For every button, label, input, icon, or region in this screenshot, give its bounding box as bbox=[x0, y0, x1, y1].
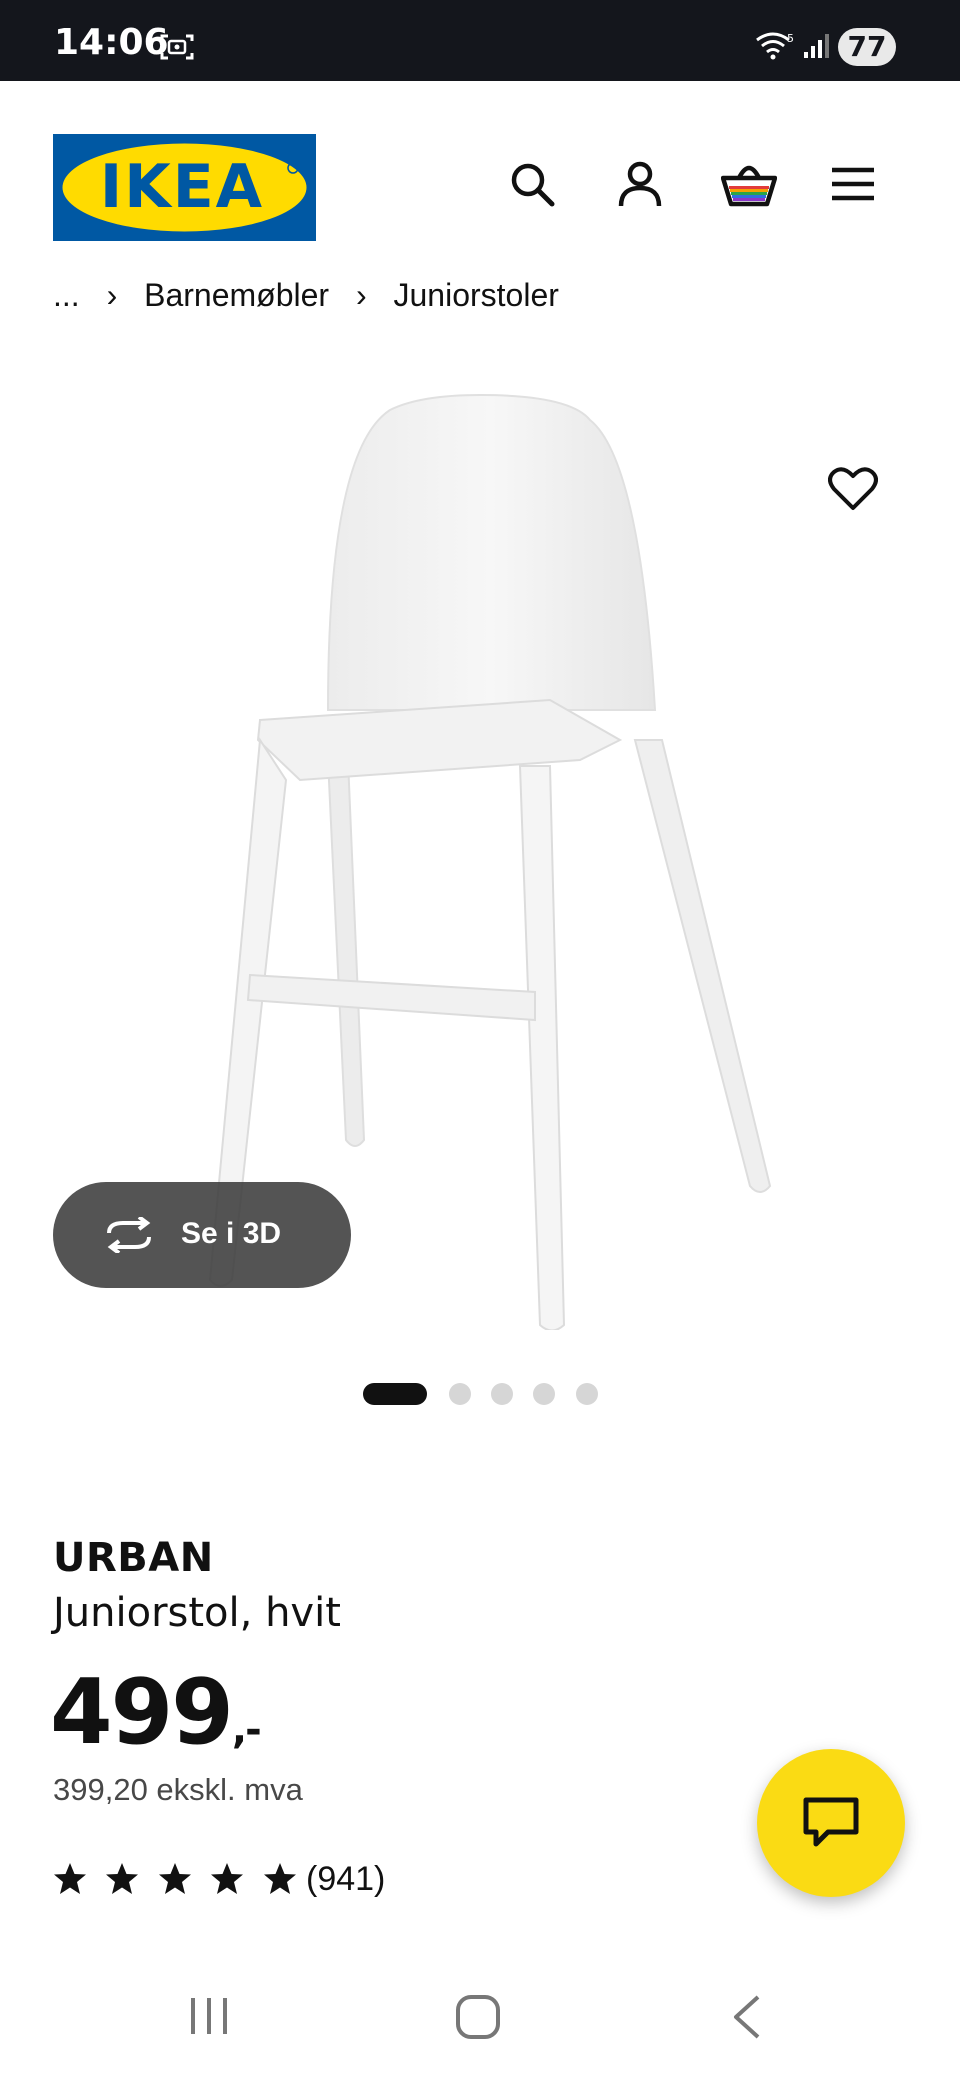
account-button[interactable] bbox=[616, 160, 664, 208]
battery-icon: 77 bbox=[838, 28, 896, 66]
system-nav-bar bbox=[0, 1960, 960, 2080]
status-bar: 14:06 5 77 bbox=[0, 0, 960, 81]
chat-button[interactable] bbox=[757, 1749, 905, 1897]
carousel-dot[interactable] bbox=[576, 1383, 598, 1405]
product-description: Juniorstol, hvit bbox=[53, 1590, 341, 1636]
star-icon bbox=[106, 1863, 139, 1894]
price-value: 499 bbox=[50, 1660, 234, 1765]
recents-icon[interactable] bbox=[187, 1994, 231, 2043]
favorite-button[interactable] bbox=[828, 466, 878, 512]
heart-icon bbox=[828, 467, 878, 510]
cart-icon bbox=[720, 165, 778, 207]
view-3d-button[interactable]: Se i 3D bbox=[53, 1182, 351, 1288]
logo-text: IKEA bbox=[100, 152, 264, 222]
account-icon bbox=[618, 161, 662, 207]
carousel-dot[interactable] bbox=[449, 1383, 471, 1405]
breadcrumb-separator: › bbox=[106, 277, 118, 308]
breadcrumb-ellipsis[interactable]: ... bbox=[53, 277, 80, 308]
star-icon bbox=[211, 1863, 244, 1894]
star-icon bbox=[263, 1863, 296, 1894]
view-3d-label: Se i 3D bbox=[181, 1217, 282, 1250]
star-icon bbox=[158, 1863, 191, 1894]
carousel-dot-active[interactable] bbox=[363, 1383, 427, 1405]
product-name: URBAN bbox=[53, 1535, 214, 1581]
carousel-dot[interactable] bbox=[491, 1383, 513, 1405]
carousel-dot[interactable] bbox=[533, 1383, 555, 1405]
svg-text:5: 5 bbox=[787, 32, 794, 45]
home-icon[interactable] bbox=[455, 1994, 501, 2045]
status-time: 14:06 bbox=[54, 22, 169, 63]
menu-button[interactable] bbox=[829, 160, 877, 208]
search-icon bbox=[511, 163, 555, 207]
price-ex-vat: 399,20 ekskl. mva bbox=[53, 1772, 303, 1807]
screen-capture-icon bbox=[160, 32, 194, 67]
cart-button[interactable] bbox=[720, 160, 778, 208]
star-icon bbox=[54, 1863, 86, 1894]
wifi-icon: 5 bbox=[755, 30, 795, 65]
breadcrumb-item-barnemobler[interactable]: Barnemøbler bbox=[144, 277, 329, 308]
search-button[interactable] bbox=[508, 160, 556, 208]
rotate-3d-icon bbox=[101, 1215, 157, 1261]
breadcrumb-separator: › bbox=[355, 277, 367, 308]
menu-icon bbox=[832, 167, 874, 201]
back-icon[interactable] bbox=[730, 1994, 762, 2045]
price: 499,- bbox=[50, 1660, 262, 1765]
price-suffix: ,- bbox=[231, 1707, 262, 1753]
breadcrumb: ... › Barnemøbler › Juniorstoler bbox=[53, 268, 933, 308]
signal-icon bbox=[802, 32, 832, 65]
review-count: (941) bbox=[306, 1860, 386, 1898]
ikea-logo[interactable]: IKEA bbox=[53, 134, 316, 241]
breadcrumb-item-juniorstoler[interactable]: Juniorstoler bbox=[394, 277, 559, 308]
rating-stars bbox=[53, 1862, 311, 1901]
chat-icon bbox=[803, 1797, 859, 1847]
